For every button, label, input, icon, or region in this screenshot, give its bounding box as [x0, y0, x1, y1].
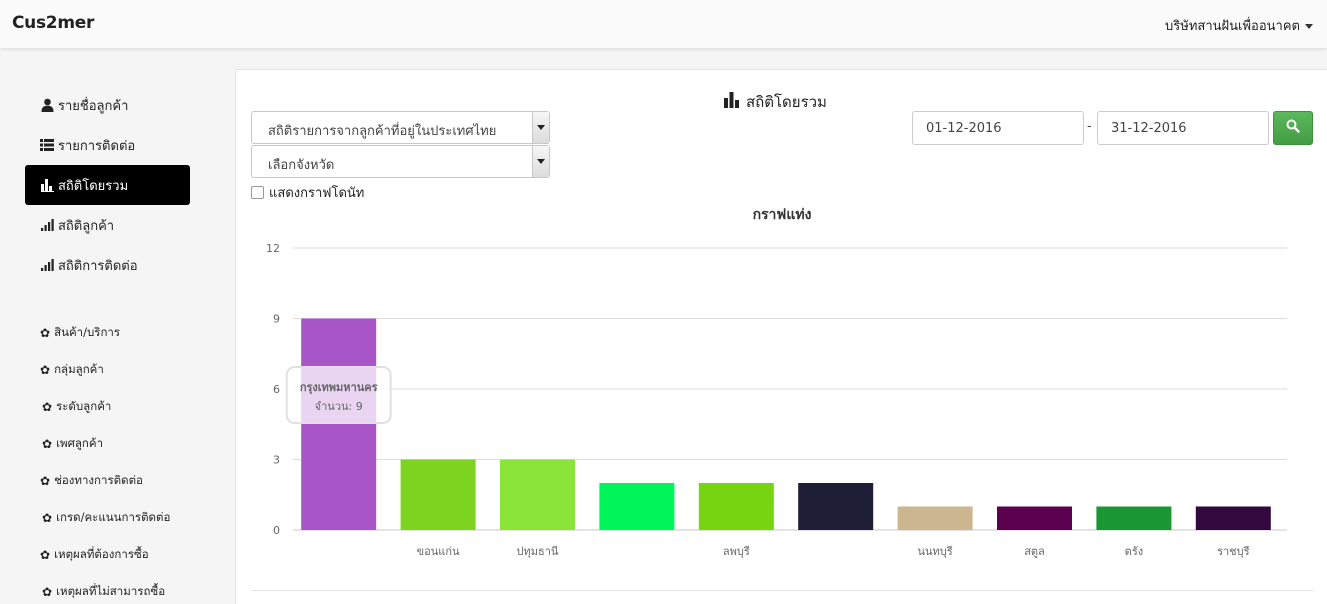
- gear-icon: ✿: [42, 510, 53, 525]
- date-to-value: 31-12-2016: [1111, 121, 1187, 136]
- date-from-value: 01-12-2016: [926, 121, 1002, 136]
- signal-icon: [40, 258, 54, 272]
- gear-icon: ✿: [40, 547, 51, 562]
- tooltip-value: จำนวน: 9: [315, 400, 363, 413]
- chart-bar[interactable]: [997, 506, 1072, 531]
- sidebar-item-label: สถิติโดยรวม: [58, 178, 129, 194]
- x-tick-label: ตรัง: [1125, 545, 1143, 558]
- sidebar-item-products[interactable]: ✿ สินค้า/บริการ: [40, 314, 220, 351]
- page-title-text: สถิติโดยรวม: [746, 93, 827, 111]
- sidebar-settings-nav: ✿ สินค้า/บริการ ✿ กลุ่มลูกค้า ✿ ระดับลูกค้า…: [40, 314, 220, 604]
- chart-bar[interactable]: [301, 318, 377, 531]
- stat-type-select-value: สถิติรายการจากลูกค้าที่อยู่ในประเทศไทย: [268, 124, 497, 139]
- province-select-value: เลือกจังหวัด: [268, 158, 335, 173]
- donut-chart-toggle[interactable]: แสดงกราฟโดนัท: [251, 182, 364, 203]
- sidebar-item-label: ระดับลูกค้า: [56, 398, 112, 413]
- divider: [251, 590, 1313, 591]
- gear-icon: ✿: [40, 325, 51, 340]
- company-dropdown[interactable]: บริษัทสานฝันเพื่ออนาคต: [1165, 15, 1313, 36]
- sidebar-item-customer-groups[interactable]: ✿ กลุ่มลูกค้า: [40, 351, 220, 388]
- chart-bar[interactable]: [698, 483, 774, 530]
- tooltip-title: กรุงเทพมหานคร: [300, 381, 378, 395]
- sidebar-item-customer-levels[interactable]: ✿ ระดับลูกค้า: [40, 388, 220, 425]
- sidebar-item-customers[interactable]: รายชื่อลูกค้า: [25, 85, 190, 125]
- select-arrow-icon: [532, 146, 549, 177]
- donut-checkbox-label: แสดงกราฟโดนัท: [269, 186, 365, 201]
- chart-tooltip: กรุงเทพมหานครจำนวน: 9: [285, 366, 392, 424]
- sidebar-item-label: เหตุผลที่ต้องการซื้อ: [54, 546, 149, 561]
- chart-bar[interactable]: [798, 483, 874, 530]
- sidebar-item-customer-gender[interactable]: ✿ เพศลูกค้า: [40, 425, 220, 462]
- gear-icon: ✿: [42, 436, 53, 451]
- x-tick-label: สตูล: [1024, 545, 1045, 558]
- bar-chart-icon: [724, 92, 746, 112]
- top-navbar: Cus2mer บริษัทสานฝันเพื่ออนาคต: [0, 0, 1327, 48]
- chart-bar[interactable]: [599, 483, 675, 530]
- x-tick-label: ลพบุรี: [723, 545, 750, 558]
- chart-bar[interactable]: [500, 459, 575, 531]
- y-tick-label: 12: [266, 242, 280, 255]
- sidebar-item-label: เพศลูกค้า: [56, 435, 104, 450]
- sidebar-item-label: กลุ่มลูกค้า: [54, 361, 104, 376]
- gear-icon: ✿: [40, 362, 51, 377]
- sidebar-item-contact-stats[interactable]: สถิติการติดต่อ: [25, 245, 190, 285]
- sidebar-item-label: สถิติการติดต่อ: [58, 258, 138, 274]
- bar-chart-icon: [40, 178, 54, 192]
- province-select[interactable]: เลือกจังหวัด: [251, 145, 550, 178]
- date-to-input[interactable]: 31-12-2016: [1097, 111, 1269, 145]
- chart-heading: กราฟแท่ง: [752, 207, 812, 223]
- gear-icon: ✿: [42, 399, 53, 414]
- sidebar-item-label: รายชื่อลูกค้า: [58, 98, 129, 114]
- y-tick-label: 6: [273, 383, 280, 396]
- sidebar-item-customer-stats[interactable]: สถิติลูกค้า: [25, 205, 190, 245]
- sidebar-item-no-buy-reasons[interactable]: ✿ เหตุผลที่ไม่สามารถซื้อ: [40, 573, 220, 604]
- sidebar-item-contacts[interactable]: รายการติดต่อ: [25, 125, 190, 165]
- x-tick-label: ราชบุรี: [1217, 545, 1250, 558]
- search-icon: [1286, 119, 1300, 137]
- sidebar-item-label: สถิติลูกค้า: [58, 218, 115, 234]
- y-tick-label: 0: [273, 524, 280, 537]
- bar-chart: 0 3 6 9 12 ขอนแก่น ปทุมธานี ลพบุรี นนทบุรี สตูล ตร…: [266, 242, 1287, 558]
- chart-bar[interactable]: [400, 459, 476, 531]
- x-tick-label: ปทุมธานี: [517, 545, 559, 558]
- date-separator: -: [1087, 119, 1092, 134]
- sidebar-item-contact-channels[interactable]: ✿ ช่องทางการติดต่อ: [40, 462, 220, 499]
- sidebar-item-label: รายการติดต่อ: [58, 138, 136, 154]
- sidebar: รายชื่อลูกค้า รายการติดต่อ สถิติโดยรวม ส…: [0, 48, 232, 604]
- sidebar-main-nav: รายชื่อลูกค้า รายการติดต่อ สถิติโดยรวม ส…: [25, 85, 190, 285]
- page-title: สถิติโดยรวม: [724, 90, 827, 114]
- donut-checkbox[interactable]: [251, 186, 264, 199]
- date-from-input[interactable]: 01-12-2016: [912, 111, 1084, 145]
- chart-bar[interactable]: [1096, 506, 1172, 531]
- gear-icon: ✿: [42, 584, 53, 599]
- sidebar-item-label: สินค้า/บริการ: [54, 324, 121, 339]
- sidebar-item-contact-grades[interactable]: ✿ เกรด/คะแนนการติดต่อ: [40, 499, 220, 536]
- chart-bar[interactable]: [1195, 506, 1271, 531]
- sidebar-item-buy-reasons[interactable]: ✿ เหตุผลที่ต้องการซื้อ: [40, 536, 220, 573]
- user-icon: [40, 98, 54, 112]
- brand-logo[interactable]: Cus2mer: [12, 13, 94, 33]
- gear-icon: ✿: [40, 473, 51, 488]
- sidebar-item-overall-stats[interactable]: สถิติโดยรวม: [25, 165, 190, 205]
- sidebar-item-label: ช่องทางการติดต่อ: [54, 472, 143, 487]
- list-icon: [40, 138, 54, 152]
- sidebar-item-label: เกรด/คะแนนการติดต่อ: [56, 509, 171, 524]
- select-arrow-icon: [532, 112, 549, 143]
- chart-bar[interactable]: [897, 506, 973, 531]
- company-name: บริษัทสานฝันเพื่ออนาคต: [1165, 19, 1300, 34]
- x-tick-label: นนทบุรี: [918, 545, 953, 558]
- caret-down-icon: [1305, 24, 1313, 29]
- signal-icon: [40, 218, 54, 232]
- sidebar-item-label: เหตุผลที่ไม่สามารถซื้อ: [56, 583, 166, 598]
- y-tick-label: 9: [273, 313, 280, 326]
- stat-type-select[interactable]: สถิติรายการจากลูกค้าที่อยู่ในประเทศไทย: [251, 111, 550, 144]
- search-button[interactable]: [1273, 111, 1313, 145]
- y-tick-label: 3: [273, 454, 280, 467]
- x-tick-label: ขอนแก่น: [417, 545, 460, 558]
